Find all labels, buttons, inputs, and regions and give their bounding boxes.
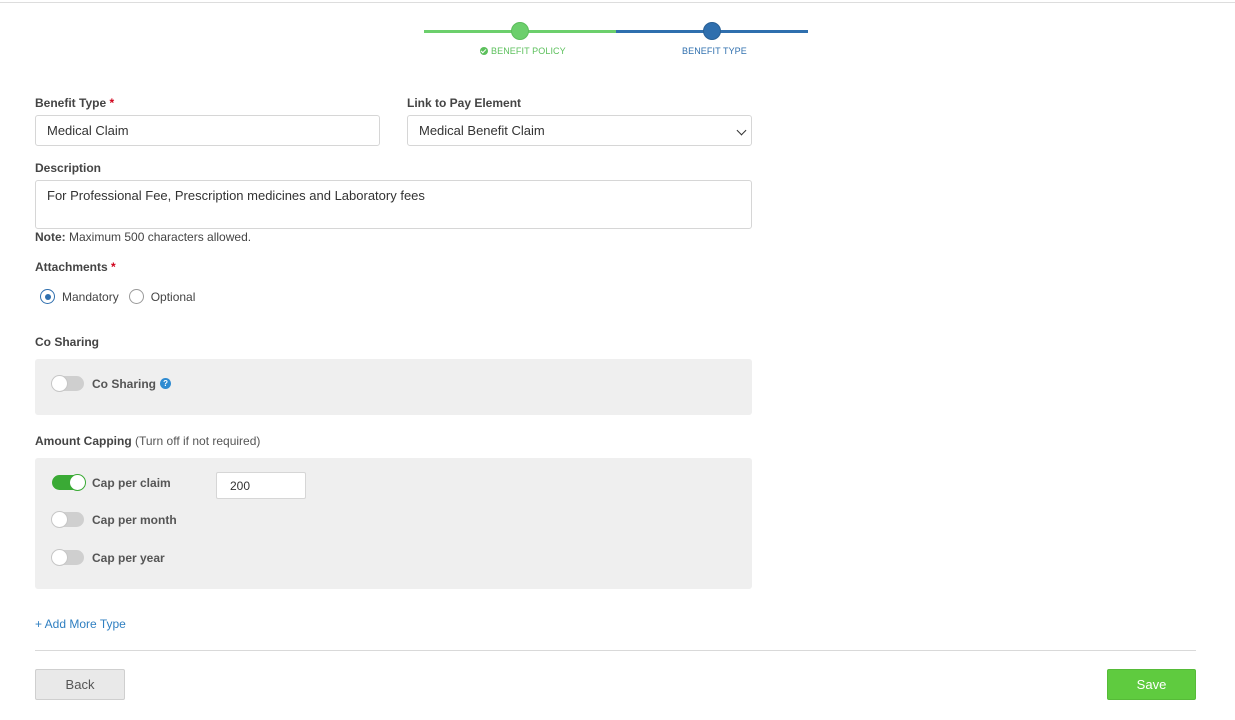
pay-element-label: Link to Pay Element [407, 96, 522, 110]
description-textarea[interactable]: For Professional Fee, Prescription medic… [35, 180, 752, 229]
co-sharing-toggle[interactable] [51, 375, 84, 392]
co-sharing-section-label: Co Sharing [35, 335, 100, 349]
cap-per-month-toggle[interactable] [51, 511, 84, 528]
chevron-down-icon [736, 125, 747, 136]
radio-checked-icon[interactable] [40, 289, 55, 304]
co-sharing-row: Co Sharing ? [51, 375, 172, 392]
description-label: Description [35, 161, 102, 175]
radio-optional[interactable]: Optional [128, 289, 195, 304]
description-note: Note: Maximum 500 characters allowed. [35, 230, 252, 244]
attachments-radio-group: Mandatory Optional [40, 289, 205, 304]
amount-capping-label: Amount Capping (Turn off if not required… [35, 434, 261, 448]
step-label-benefit-policy[interactable]: BENEFIT POLICY [480, 46, 566, 56]
top-border [0, 2, 1235, 3]
step-label-benefit-type[interactable]: BENEFIT TYPE [682, 46, 747, 56]
required-mark: * [111, 260, 116, 274]
radio-unchecked-icon[interactable] [128, 289, 144, 304]
add-more-type-link[interactable]: + Add More Type [35, 617, 126, 631]
required-mark: * [109, 96, 115, 110]
save-button[interactable]: Save [1107, 669, 1196, 700]
radio-mandatory[interactable]: Mandatory [40, 289, 119, 304]
pay-element-select[interactable]: Medical Benefit Claim [407, 115, 752, 146]
help-icon[interactable]: ? [160, 378, 172, 389]
cap-per-claim-input[interactable]: 200 [216, 472, 306, 499]
cap-per-year-toggle[interactable] [51, 549, 84, 566]
benefit-type-input[interactable]: Medical Claim [35, 115, 380, 146]
benefit-type-label: Benefit Type * [35, 96, 115, 110]
step-dot-benefit-type[interactable] [703, 22, 721, 40]
cap-per-year-row: Cap per year [51, 549, 165, 566]
cap-per-claim-toggle[interactable] [52, 474, 86, 491]
attachments-label: Attachments * [35, 260, 116, 274]
step-dot-benefit-policy[interactable] [511, 22, 529, 40]
amount-capping-hint: (Turn off if not required) [131, 434, 261, 448]
back-button[interactable]: Back [35, 669, 125, 700]
footer-divider [35, 650, 1196, 651]
cap-per-claim-row: Cap per claim [52, 474, 171, 491]
check-circle-icon [480, 47, 488, 55]
cap-per-month-row: Cap per month [51, 511, 177, 528]
pay-element-selected-value: Medical Benefit Claim [419, 123, 545, 138]
progress-stepper: BENEFIT POLICY BENEFIT TYPE [424, 20, 808, 64]
